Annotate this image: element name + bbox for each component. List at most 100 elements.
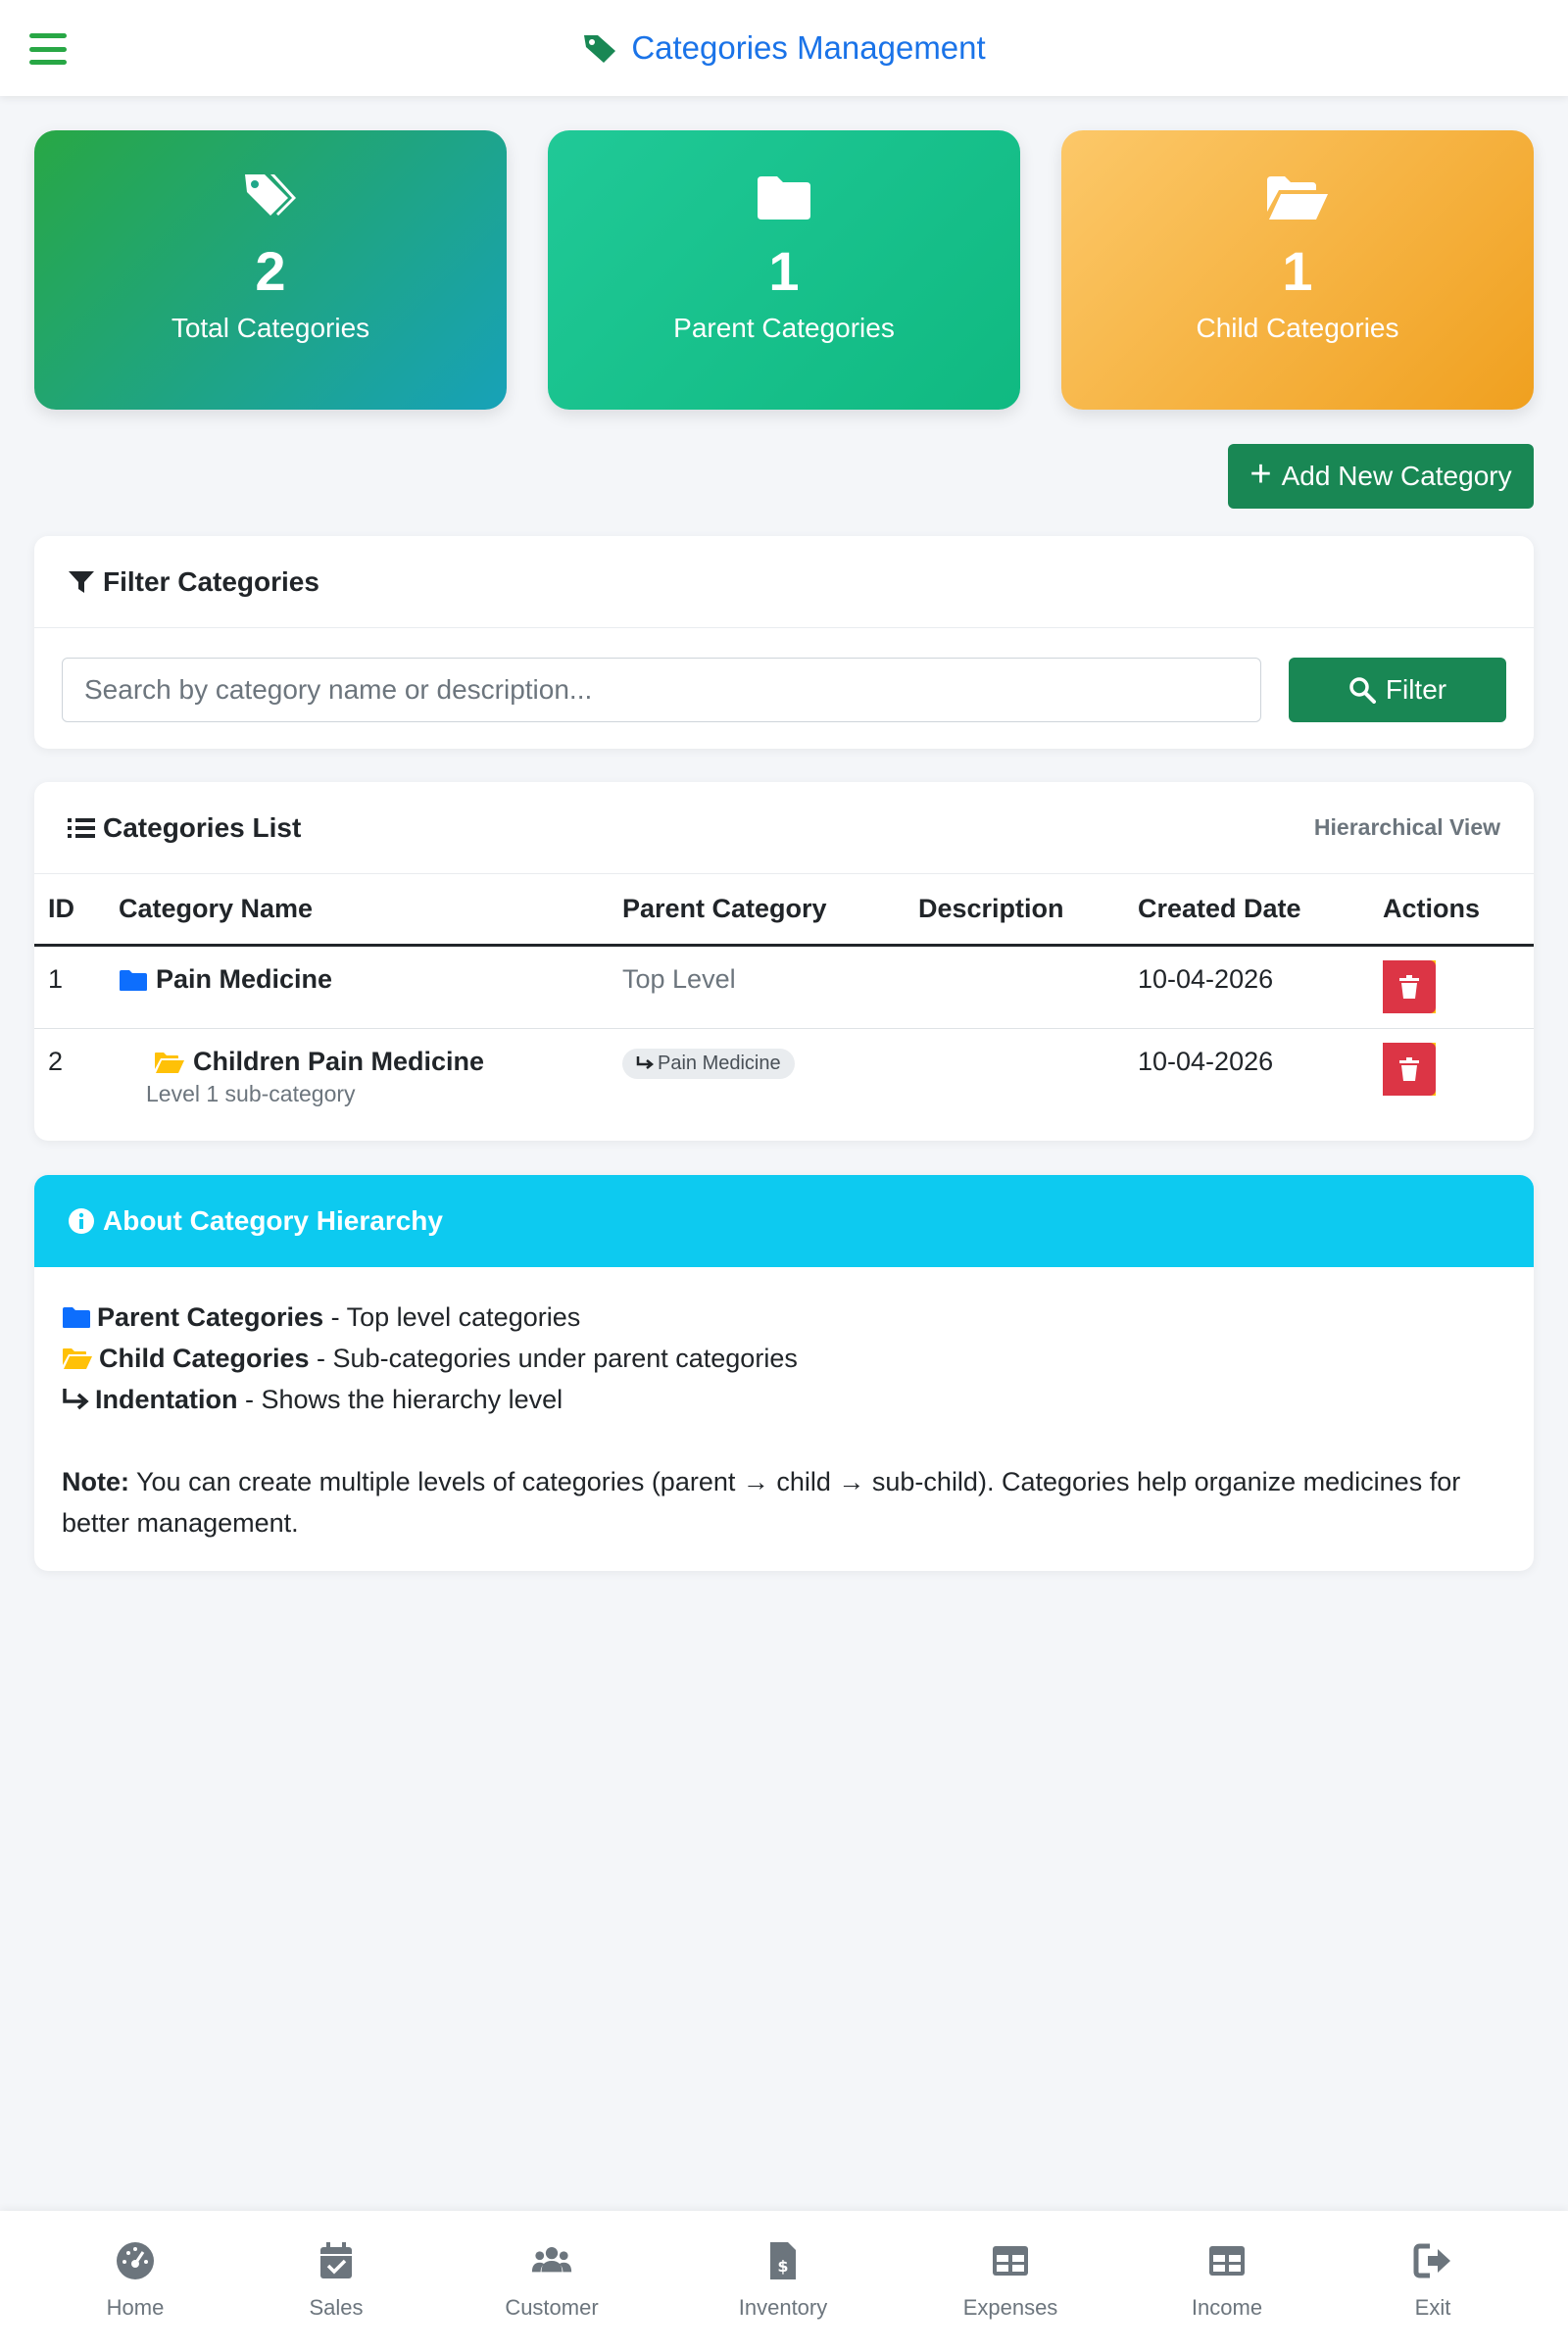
about-card: About Category Hierarchy Parent Categori… (34, 1175, 1534, 1571)
categories-list-card: Categories List Hierarchical View ID Cat… (34, 782, 1534, 1141)
top-bar: Categories Management (0, 0, 1568, 96)
arrow-turn-icon (636, 1056, 654, 1069)
bottom-nav: Home Sales Customer $ Inventory Expenses… (0, 2211, 1568, 2351)
row-sub-label: Level 1 sub-category (146, 1081, 356, 1106)
search-icon (1349, 677, 1376, 704)
stat-label: Total Categories (171, 313, 370, 343)
nav-label: Home (106, 2295, 165, 2320)
about-term: Parent Categories (97, 1302, 324, 1332)
stat-parent-categories: 1 Parent Categories (548, 130, 1020, 410)
about-body: Parent Categories - Top level categories… (34, 1267, 1534, 1571)
about-term: Child Categories (99, 1344, 310, 1373)
info-icon (69, 1208, 94, 1234)
nav-label: Sales (309, 2295, 364, 2320)
search-input[interactable] (62, 658, 1261, 722)
nav-income[interactable]: Income (1149, 2240, 1305, 2321)
row-parent: Top Level (622, 964, 736, 994)
table-header: ID Category Name Parent Category Descrip… (34, 874, 1534, 947)
table-row: 1 Pain Medicine Top Level 10-04-2026 (34, 947, 1534, 1029)
row-parent: Pain Medicine (622, 1047, 795, 1079)
svg-text:$: $ (777, 2257, 788, 2276)
row-id: 2 (48, 1047, 64, 1076)
users-icon (531, 2247, 572, 2273)
sign-out-icon (1413, 2243, 1450, 2278)
arrow-turn-icon (63, 1389, 89, 1410)
about-item: Child Categories - Sub-categories under … (62, 1338, 1506, 1379)
folder-icon (120, 969, 147, 991)
stat-value: 1 (1282, 240, 1313, 302)
note-text: You can create multiple levels of catego… (62, 1467, 1461, 1538)
stats-row: 2 Total Categories 1 Parent Categories 1… (34, 130, 1534, 410)
nav-label: Income (1191, 2295, 1263, 2320)
page-title: Categories Management (582, 29, 986, 67)
add-category-label: Add New Category (1281, 461, 1512, 491)
folder-icon (63, 1307, 90, 1328)
page-title-text: Categories Management (631, 29, 986, 66)
column-header-created: Created Date (1138, 894, 1301, 923)
parent-badge-text: Pain Medicine (658, 1052, 781, 1074)
nav-exit[interactable]: Exit (1354, 2240, 1511, 2321)
row-id: 1 (48, 964, 64, 994)
about-desc: - Top level categories (323, 1302, 581, 1332)
filter-card-header: Filter Categories (34, 536, 1534, 628)
stat-value: 1 (768, 240, 800, 302)
filter-button[interactable]: Filter (1289, 658, 1506, 722)
about-desc: - Shows the hierarchy level (237, 1385, 564, 1414)
delete-button[interactable] (1383, 1043, 1436, 1096)
about-card-header: About Category Hierarchy (34, 1175, 1534, 1267)
tag-icon (584, 35, 616, 63)
row-name-text: Children Pain Medicine (193, 1047, 485, 1076)
filter-icon (69, 570, 94, 593)
nav-inventory[interactable]: $ Inventory (705, 2240, 861, 2321)
dashboard-icon (117, 2242, 154, 2279)
tags-icon (241, 168, 300, 226)
nav-label: Exit (1414, 2295, 1451, 2320)
about-desc: - Sub-categories under parent categories (309, 1344, 798, 1373)
stat-total-categories: 2 Total Categories (34, 130, 507, 410)
row-name-text: Pain Medicine (156, 964, 333, 994)
about-item: Indentation - Shows the hierarchy level (62, 1379, 1506, 1420)
stat-label: Parent Categories (673, 313, 895, 343)
filter-title: Filter Categories (103, 565, 319, 597)
table-icon (993, 2246, 1028, 2276)
stat-label: Child Categories (1196, 313, 1399, 343)
list-title: Categories List (103, 811, 302, 843)
column-header-actions: Actions (1383, 894, 1481, 923)
row-created: 10-04-2026 (1138, 964, 1274, 994)
nav-label: Inventory (738, 2295, 828, 2320)
about-term: Indentation (95, 1385, 238, 1414)
stat-value: 2 (255, 240, 286, 302)
delete-button[interactable] (1383, 960, 1436, 1013)
about-item: Parent Categories - Top level categories (62, 1297, 1506, 1338)
folder-open-icon (155, 1052, 184, 1073)
hierarchical-view-label: Hierarchical View (1313, 814, 1500, 840)
nav-home[interactable]: Home (57, 2240, 214, 2321)
table-icon (1209, 2246, 1245, 2276)
trash-icon (1399, 975, 1419, 999)
column-header-name: Category Name (119, 894, 314, 923)
nav-sales[interactable]: Sales (258, 2240, 415, 2321)
nav-label: Customer (505, 2295, 599, 2320)
list-card-header: Categories List Hierarchical View (34, 782, 1534, 874)
column-header-id: ID (48, 894, 74, 923)
nav-expenses[interactable]: Expenses (932, 2240, 1089, 2321)
note-label: Note: (62, 1467, 129, 1496)
filter-card: Filter Categories Filter (34, 536, 1534, 749)
column-header-parent: Parent Category (622, 894, 827, 923)
folder-icon (756, 168, 812, 226)
nav-customer[interactable]: Customer (473, 2240, 630, 2321)
invoice-icon: $ (770, 2242, 796, 2279)
row-name: Children Pain Medicine Level 1 sub-categ… (146, 1047, 485, 1107)
folder-open-icon (1265, 168, 1330, 226)
folder-open-icon (63, 1348, 92, 1369)
row-created: 10-04-2026 (1138, 1047, 1274, 1076)
trash-icon (1399, 1057, 1419, 1081)
nav-label: Expenses (962, 2295, 1058, 2320)
table-row: 2 Children Pain Medicine Level 1 sub-cat… (34, 1029, 1534, 1141)
menu-icon[interactable] (29, 33, 67, 65)
add-category-button[interactable]: + Add New Category (1228, 444, 1534, 509)
plus-icon: + (1250, 454, 1272, 495)
about-title: About Category Hierarchy (103, 1205, 443, 1236)
parent-badge: Pain Medicine (622, 1048, 795, 1079)
calendar-check-icon (320, 2242, 352, 2278)
